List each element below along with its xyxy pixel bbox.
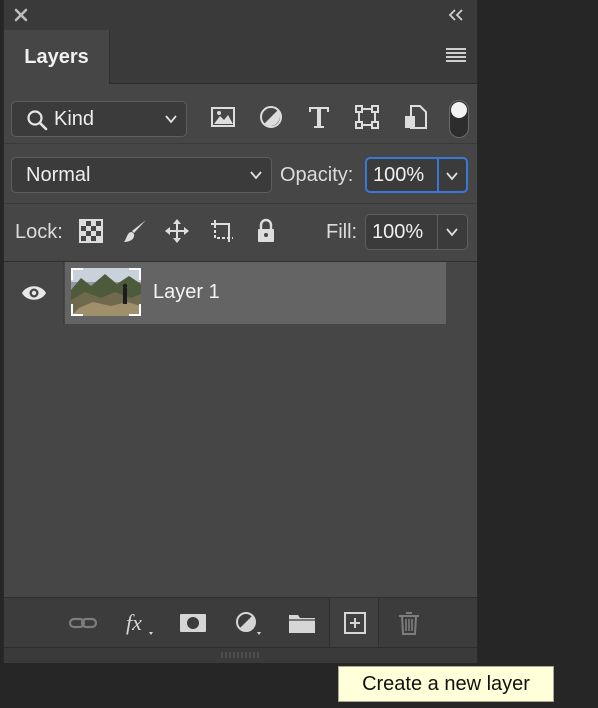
tab-row: Layers bbox=[4, 30, 477, 84]
blend-mode-dropdown[interactable]: Normal bbox=[11, 157, 272, 193]
folder-icon[interactable] bbox=[287, 610, 317, 636]
panel-menu-icon[interactable] bbox=[445, 47, 467, 63]
thumb-corner bbox=[129, 268, 141, 280]
chevron-down-icon bbox=[446, 172, 458, 181]
image-filter-icon[interactable] bbox=[210, 104, 236, 130]
eye-icon bbox=[22, 286, 46, 300]
opacity-field[interactable]: 100% bbox=[365, 157, 468, 193]
chevron-down-icon bbox=[165, 115, 177, 124]
thumb-corner bbox=[71, 268, 83, 280]
layer-row[interactable]: Layer 1 bbox=[4, 262, 446, 324]
layer-name[interactable]: Layer 1 bbox=[153, 281, 220, 304]
filter-row: Kind bbox=[4, 84, 477, 144]
fill-field[interactable]: 100% bbox=[365, 214, 468, 250]
tooltip-text: Create a new layer bbox=[362, 672, 530, 695]
fill-value[interactable]: 100% bbox=[366, 215, 438, 249]
layers-bottom-toolbar: fx bbox=[4, 597, 477, 648]
search-icon bbox=[27, 110, 48, 131]
toggle-knob bbox=[451, 102, 467, 118]
layers-list[interactable]: Layer 1 bbox=[4, 262, 477, 597]
blend-mode-label: Normal bbox=[26, 163, 91, 186]
lock-transparent-pixels-icon[interactable] bbox=[78, 218, 104, 244]
filter-toggle-switch[interactable] bbox=[449, 100, 469, 138]
type-filter-icon[interactable] bbox=[306, 104, 332, 130]
new-layer-icon bbox=[344, 612, 366, 634]
lock-image-pixels-icon[interactable] bbox=[122, 218, 148, 244]
blend-row: Normal Opacity: 100% bbox=[4, 144, 477, 204]
opacity-value[interactable]: 100% bbox=[367, 159, 439, 191]
opacity-dropdown-button[interactable] bbox=[439, 159, 466, 191]
tooltip: Create a new layer bbox=[338, 666, 554, 702]
lock-position-icon[interactable] bbox=[164, 218, 190, 244]
resize-strip[interactable] bbox=[4, 647, 477, 663]
link-icon[interactable] bbox=[68, 610, 98, 636]
filter-kind-label: Kind bbox=[54, 107, 95, 130]
layers-panel: Layers Kind Normal Opacity: 100% Lock: F… bbox=[3, 0, 478, 663]
mask-icon[interactable] bbox=[178, 610, 208, 636]
adjustment-icon[interactable] bbox=[233, 610, 263, 636]
filter-kind-dropdown[interactable]: Kind bbox=[11, 101, 187, 137]
layer-selected-area[interactable]: Layer 1 bbox=[65, 262, 446, 324]
svg-text:fx: fx bbox=[126, 610, 142, 635]
tab-layers[interactable]: Layers bbox=[4, 30, 110, 84]
opacity-label: Opacity: bbox=[280, 164, 354, 186]
new-layer-button[interactable] bbox=[329, 598, 379, 648]
lock-artboard-icon[interactable] bbox=[209, 218, 235, 244]
shape-filter-icon[interactable] bbox=[354, 104, 380, 130]
lock-all-icon[interactable] bbox=[253, 218, 279, 244]
tab-layers-label: Layers bbox=[24, 45, 89, 68]
trash-icon[interactable] bbox=[394, 610, 424, 636]
fill-label: Fill: bbox=[326, 221, 358, 243]
fill-dropdown-button[interactable] bbox=[438, 215, 467, 249]
chevron-down-icon bbox=[446, 228, 458, 237]
adjustment-filter-icon[interactable] bbox=[258, 104, 284, 130]
resize-grip-icon[interactable] bbox=[220, 651, 260, 659]
thumb-corner bbox=[71, 304, 83, 316]
panel-title-bar bbox=[4, 0, 477, 30]
smart-object-filter-icon[interactable] bbox=[403, 104, 429, 130]
close-icon[interactable] bbox=[12, 6, 30, 24]
fx-icon[interactable]: fx bbox=[124, 610, 154, 636]
collapse-panel-icon[interactable] bbox=[447, 8, 465, 22]
layer-thumbnail[interactable] bbox=[71, 268, 141, 316]
thumb-corner bbox=[129, 304, 141, 316]
visibility-toggle[interactable] bbox=[4, 262, 64, 324]
chevron-down-icon bbox=[250, 171, 262, 180]
lock-row: Lock: Fill: 100% bbox=[4, 204, 477, 262]
lock-label: Lock: bbox=[15, 221, 63, 243]
